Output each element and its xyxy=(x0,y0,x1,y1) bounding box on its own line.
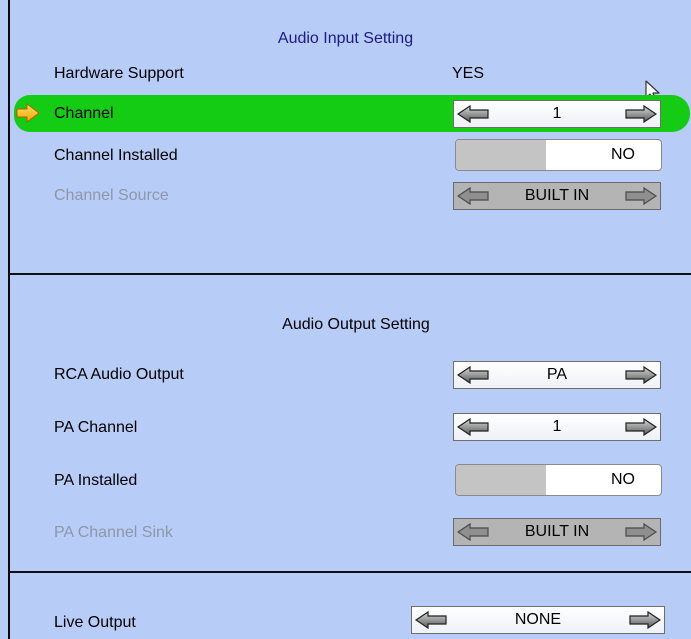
pa-installed-value: NO xyxy=(611,471,635,488)
channel-label: Channel xyxy=(54,105,114,122)
pa-channel-spinner[interactable]: 1 xyxy=(453,413,661,441)
live-output-spinner[interactable]: NONE xyxy=(411,606,665,634)
pa-installed-label: PA Installed xyxy=(54,472,138,489)
selection-cursor-icon xyxy=(16,103,40,123)
pa-installed-toggle[interactable]: NO xyxy=(455,464,662,496)
channel-spinner[interactable]: 1 xyxy=(453,100,661,128)
channel-installed-toggle[interactable]: NO xyxy=(455,139,662,171)
live-output-label: Live Output xyxy=(54,614,136,631)
channel-source-label: Channel Source xyxy=(54,187,169,204)
live-output-value: NONE xyxy=(514,611,562,628)
pa-channel-sink-spinner: BUILT IN xyxy=(453,518,661,546)
pa-channel-sink-label: PA Channel Sink xyxy=(54,524,173,541)
channel-installed-label: Channel Installed xyxy=(54,147,178,164)
rca-audio-output-label: RCA Audio Output xyxy=(54,366,184,383)
section-divider xyxy=(9,571,691,573)
section-divider xyxy=(9,273,691,275)
toggle-knob xyxy=(456,465,546,495)
right-arrow-icon xyxy=(625,187,657,205)
right-arrow-icon[interactable] xyxy=(625,418,657,436)
hardware-support-label: Hardware Support xyxy=(54,65,184,82)
pa-channel-label: PA Channel xyxy=(54,419,138,436)
audio-input-title: Audio Input Setting xyxy=(277,30,414,47)
right-arrow-icon[interactable] xyxy=(625,366,657,384)
right-arrow-icon xyxy=(625,523,657,541)
hardware-support-value: YES xyxy=(452,65,485,82)
right-arrow-icon[interactable] xyxy=(625,105,657,123)
toggle-knob xyxy=(456,140,546,170)
channel-installed-value: NO xyxy=(611,146,635,163)
channel-source-spinner: BUILT IN xyxy=(453,182,661,210)
audio-output-title: Audio Output Setting xyxy=(282,316,430,333)
rca-audio-output-spinner[interactable]: PA xyxy=(453,361,661,389)
right-arrow-icon[interactable] xyxy=(629,611,661,629)
